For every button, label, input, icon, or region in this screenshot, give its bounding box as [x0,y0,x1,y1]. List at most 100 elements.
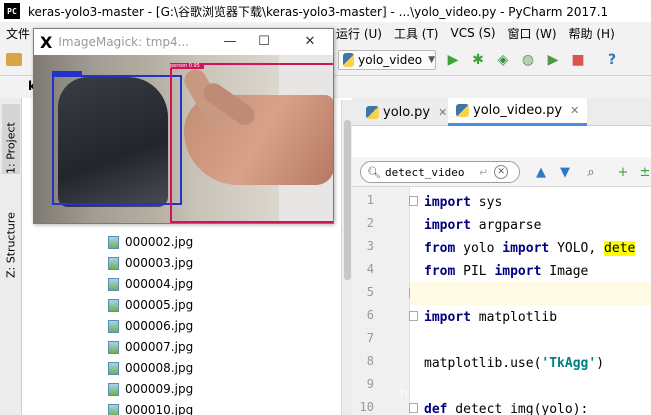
menu-vcs[interactable]: VCS (S) [445,26,502,40]
detection-box-blue [52,71,182,205]
line-number: 10 [359,400,374,414]
scrollbar-thumb[interactable] [344,120,351,280]
line-number: 2 [366,216,374,230]
project-scrollbar[interactable] [341,100,352,415]
menu-run[interactable]: 运行 (U) [330,25,388,42]
list-item[interactable]: 000009.jpg [108,379,193,399]
profile-icon[interactable]: ◍ [520,52,536,68]
menu-file[interactable]: 文件 [0,25,36,42]
run-config-select[interactable]: yolo_video ▼ [338,50,436,70]
menu-tools[interactable]: 工具 (T) [388,25,445,42]
detection-label-tag [52,71,82,77]
code-line-3[interactable]: from yolo import YOLO, dete [424,237,636,260]
open-folder-icon[interactable] [6,53,22,66]
image-file-icon [108,277,119,291]
list-item[interactable]: 000003.jpg [108,253,193,273]
x11-logo-icon: X [40,32,53,52]
left-tool-strip: 1: Project Z: Structure [0,98,22,415]
close-icon[interactable]: ✕ [438,106,447,119]
video-frame-image: person 0.95 [34,55,333,223]
image-file-icon [108,361,119,375]
editor-tabs: yolo.py ✕ yolo_video.py ✕ [352,98,651,126]
select-all-occurrences-icon[interactable]: ± [638,165,651,180]
current-line-highlight [410,282,651,305]
tab-project[interactable]: 1: Project [2,104,20,174]
list-item[interactable]: 000002.jpg [108,232,193,252]
file-name: 000009.jpg [125,382,194,396]
image-file-icon [108,319,119,333]
minimize-icon[interactable]: — [222,33,238,49]
add-occurrence-icon[interactable]: + [616,165,630,180]
code-line-2[interactable]: import argparse [424,214,541,237]
tab-label: yolo.py [383,104,431,120]
file-name: 000010.jpg [125,403,194,415]
keyword: import [502,241,550,256]
file-name: 000007.jpg [125,340,194,354]
tab-structure-label: Z: Structure [4,212,18,278]
run-config-label: yolo_video [358,53,423,67]
find-bar: 🔍︎ ↵ ✕ ▲ ▼ ⌕ + ± [352,157,651,187]
run-icon[interactable]: ▶ [445,52,461,68]
list-item[interactable]: 000007.jpg [108,337,193,357]
close-icon[interactable]: ✕ [570,104,579,117]
code-text: YOLO, [549,241,605,256]
image-file-icon [108,403,119,415]
imagemagick-window[interactable]: X ImageMagick: tmp4... — ☐ ✕ person 0.95 [33,28,334,224]
maximize-icon[interactable]: ☐ [256,33,272,49]
line-number: 7 [366,331,374,345]
code-text: argparse [470,218,542,233]
file-name: 000004.jpg [125,277,194,291]
enter-glyph: ↵ [478,165,489,179]
list-item[interactable]: 000005.jpg [108,295,193,315]
code-line-1[interactable]: import sys [424,191,502,214]
image-file-icon [108,382,119,396]
chevron-down-icon: ▼ [428,55,435,65]
code-line-4[interactable]: from PIL import Image [424,260,588,283]
keyword: from [424,241,456,256]
line-gutter: 1 2 3 4 5 6 7 8 9 10 [352,187,410,415]
list-item[interactable]: 000004.jpg [108,274,193,294]
line-number: 9 [366,377,374,391]
tab-structure[interactable]: Z: Structure [2,198,20,278]
find-field: 🔍︎ ↵ ✕ [360,161,520,183]
tab-project-label: 1: Project [4,122,18,174]
keyword: import [424,310,471,325]
keyword: import [424,218,471,233]
tab-yolo-video-py[interactable]: yolo_video.py ✕ [448,98,588,126]
imagemagick-titlebar[interactable]: X ImageMagick: tmp4... — ☐ ✕ [34,29,333,55]
image-file-icon [108,298,119,312]
menu-help[interactable]: 帮助 (H) [563,25,621,42]
debug-icon[interactable]: ✱ [470,52,486,68]
code-line-8[interactable]: matplotlib.use('TkAgg') [424,352,604,375]
stop-icon[interactable]: ■ [570,52,586,68]
line-number: 5 [366,285,374,299]
code-line-6[interactable]: import matplotlib [424,306,557,329]
coverage-icon[interactable]: ◈ [495,52,511,68]
fold-marker-icon[interactable] [409,311,418,321]
line-number: 3 [366,239,374,253]
concurrency-icon[interactable]: ▶ [545,52,561,68]
file-name: 000002.jpg [125,235,194,249]
fold-marker-icon[interactable] [409,403,418,413]
clear-search-icon[interactable]: ✕ [494,165,509,179]
code-text: detect_img(yolo): [447,402,589,415]
search-icon[interactable]: 🔍︎ [367,166,381,179]
file-name: 000003.jpg [125,256,194,270]
keyword: from [424,264,456,279]
help-icon[interactable]: ? [604,52,620,68]
tab-label: yolo_video.py [473,103,563,118]
list-item[interactable]: 000008.jpg [108,358,193,378]
string-literal: 'TkAgg' [541,356,597,371]
menu-window[interactable]: 窗口 (W) [502,25,563,42]
find-all-icon[interactable]: ⌕ [584,165,598,180]
fold-marker-icon[interactable] [409,196,418,206]
list-item[interactable]: 000006.jpg [108,316,193,336]
detection-label-tag: person 0.95 [170,63,204,69]
search-input[interactable] [384,165,477,179]
arrow-down-icon[interactable]: ▼ [558,165,572,180]
code-text: yolo [455,241,503,256]
tab-yolo-py[interactable]: yolo.py ✕ [358,98,455,126]
close-icon[interactable]: ✕ [302,33,318,49]
list-item[interactable]: 000010.jpg [108,400,193,415]
arrow-up-icon[interactable]: ▲ [534,165,548,180]
